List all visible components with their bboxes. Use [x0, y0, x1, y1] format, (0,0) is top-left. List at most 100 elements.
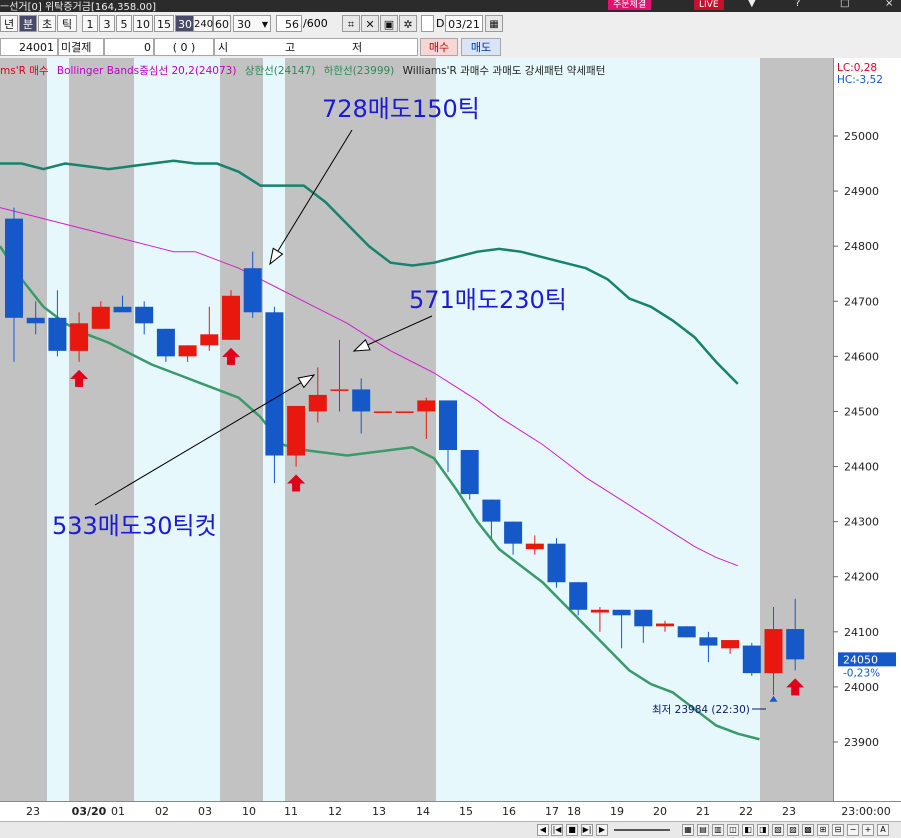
date-input[interactable]: 03/21	[445, 15, 483, 32]
count-input[interactable]: 56	[276, 15, 302, 32]
dropdown-icon[interactable]: ▼	[748, 0, 756, 9]
current-price-label: 24050	[843, 653, 878, 666]
candle-body	[178, 345, 197, 357]
candle	[460, 450, 479, 500]
current-change-label: -0,23%	[843, 667, 880, 679]
live-badge[interactable]: LIVE	[694, 0, 724, 10]
tool-icon-9[interactable]: ▩	[802, 824, 814, 836]
interval-select-value: 30	[237, 18, 251, 31]
open-high-low: 시 고 저	[214, 38, 418, 56]
sell-button[interactable]: 매도	[461, 38, 501, 56]
candle-body	[265, 312, 284, 456]
annotation-label: 728매도150틱	[322, 95, 480, 123]
crosshair-icon[interactable]: ✕	[361, 15, 379, 32]
x-tick-label: 12	[328, 805, 342, 818]
x-tick-label: 18	[567, 805, 581, 818]
x-tick-label: 14	[416, 805, 430, 818]
candle-body	[439, 400, 457, 451]
candle-body	[699, 637, 718, 646]
scroll-first-icon[interactable]: |◀	[551, 824, 563, 836]
candle-body	[287, 405, 306, 456]
candle	[677, 626, 696, 638]
help-icon[interactable]: ?	[795, 0, 800, 9]
tool-icon-11[interactable]: ⊟	[832, 824, 844, 836]
tool-icon-2[interactable]: ▤	[697, 824, 709, 836]
candle	[373, 411, 392, 413]
tool-icon-5[interactable]: ◧	[742, 824, 754, 836]
candle-body	[590, 609, 609, 613]
interval-3[interactable]: 3	[99, 15, 115, 32]
y-tick-label: 23900	[844, 736, 879, 749]
tab-year[interactable]: 년	[0, 15, 18, 32]
tool-icon-7[interactable]: ▧	[772, 824, 784, 836]
save-icon[interactable]: ▣	[380, 15, 398, 32]
x-tick-label: 21	[696, 805, 710, 818]
x-tick-label: 13	[372, 805, 386, 818]
interval-10[interactable]: 10	[133, 15, 153, 32]
session-band	[47, 58, 69, 801]
gear-icon[interactable]: ✲	[399, 15, 417, 32]
zoom-out-icon[interactable]: −	[847, 824, 859, 836]
tab-minute[interactable]: 분	[19, 15, 37, 32]
hc-value: HC:-3,52	[837, 74, 883, 86]
chart-legend: ms'R 매수 Bollinger Bands중심선 20,2(24073) 상…	[0, 63, 610, 77]
candle-body	[786, 629, 805, 660]
legend-williams-pattern: Williams'R 과매수 과매도 강세패턴 약세패턴	[402, 65, 606, 77]
low-price-label: 최저 23984 (22:30)	[652, 704, 750, 716]
x-tick-label: 22	[739, 805, 753, 818]
zoom-in-icon[interactable]: +	[862, 824, 874, 836]
x-tick-label: 16	[502, 805, 516, 818]
interval-15[interactable]: 15	[154, 15, 174, 32]
maximize-icon[interactable]: □	[840, 0, 849, 9]
buy-button[interactable]: 매수	[420, 38, 458, 56]
tool-icon-3[interactable]: ▥	[712, 824, 724, 836]
interval-select[interactable]: 30 ▼	[233, 15, 271, 32]
high-label: 고	[285, 41, 296, 54]
legend-williams-buy: ms'R 매수	[0, 65, 49, 77]
interval-5[interactable]: 5	[116, 15, 132, 32]
date-checkbox-label: D	[436, 17, 445, 30]
calendar-icon[interactable]: ▦	[485, 15, 503, 32]
x-tick-label: 20	[653, 805, 667, 818]
chart-canvas[interactable]: 23900 24000 24100 24200 24300 24400 24500 24600…	[0, 58, 901, 837]
scroll-next-icon[interactable]: ▶	[596, 824, 608, 836]
interval-60[interactable]: 60	[213, 15, 231, 32]
x-tick-label: 01	[111, 805, 125, 818]
price-chart[interactable]: 23900 24000 24100 24200 24300 24400 24500 24600…	[0, 58, 901, 837]
tool-icon-4[interactable]: ◫	[727, 824, 739, 836]
scroll-last-icon[interactable]: ▶|	[581, 824, 593, 836]
close-icon[interactable]: ×	[885, 0, 893, 9]
session-band	[436, 58, 760, 801]
x-tick-label: 03/20	[72, 805, 107, 818]
candle-body	[721, 640, 740, 649]
x-tick-label: 23:00:00	[841, 805, 890, 818]
x-tick-label: 23	[782, 805, 796, 818]
zoom-slider[interactable]	[614, 829, 670, 831]
cursor-settings-icon[interactable]: ⌗	[342, 15, 360, 32]
tool-icon-10[interactable]: ⊞	[817, 824, 829, 836]
candle-body	[135, 306, 154, 324]
tab-tick[interactable]: 틱	[57, 15, 77, 32]
candle-body	[91, 306, 110, 329]
y-tick-label: 24500	[844, 405, 879, 418]
tool-icon-8[interactable]: ▨	[787, 824, 799, 836]
y-tick-label: 24800	[844, 240, 879, 253]
interval-1[interactable]: 1	[82, 15, 98, 32]
font-size-icon[interactable]: A	[877, 824, 889, 836]
chart-scrollbar[interactable]: ◀ |◀ ■ ▶| ▶ ▦ ▤ ▥ ◫ ◧ ◨ ▧ ▨ ▩ ⊞ ⊟ − + A	[0, 821, 901, 838]
interval-30[interactable]: 30	[175, 15, 195, 32]
candle-body	[634, 609, 653, 627]
annotation-label: 533매도30틱컷	[52, 512, 217, 540]
y-tick-label: 25000	[844, 130, 879, 143]
tab-second[interactable]: 초	[38, 15, 56, 32]
scroll-prev-icon[interactable]: ◀	[537, 824, 549, 836]
tool-icon-1[interactable]: ▦	[682, 824, 694, 836]
tool-icon-6[interactable]: ◨	[757, 824, 769, 836]
unfilled-value: 0	[104, 38, 154, 56]
stop-icon[interactable]: ■	[566, 824, 578, 836]
order-status-badge[interactable]: 주문체결	[608, 0, 652, 10]
date-checkbox[interactable]	[421, 15, 434, 32]
y-tick-label: 24100	[844, 626, 879, 639]
interval-240[interactable]: 240	[193, 15, 213, 32]
y-tick-label: 24300	[844, 516, 879, 529]
